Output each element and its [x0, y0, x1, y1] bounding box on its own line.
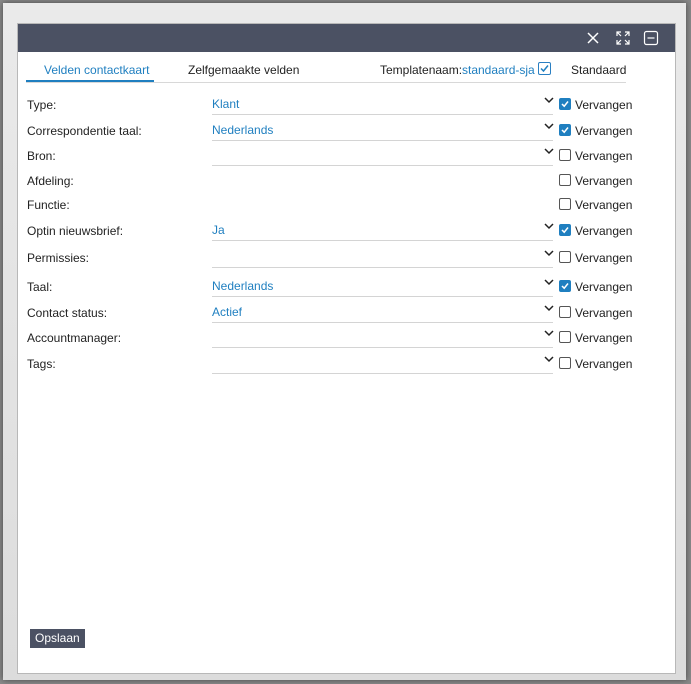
form-row: Taal: Nederlands Vervangen — [18, 276, 675, 301]
form-row: Permissies: Vervangen — [18, 247, 675, 272]
field-label: Functie: — [27, 198, 70, 212]
field-select[interactable]: Nederlands — [212, 120, 555, 141]
template-checkbox-icon[interactable] — [538, 62, 551, 75]
field-select[interactable] — [212, 353, 555, 374]
field-label: Optin nieuwsbrief: — [27, 224, 124, 238]
form-row: Tags: Vervangen — [18, 353, 675, 378]
template-name-value[interactable]: standaard-sja — [462, 63, 535, 77]
window-frame: Velden contactkaart Zelfgemaakte velden … — [3, 3, 686, 680]
replace-label[interactable]: Vervangen — [575, 306, 632, 320]
field-select[interactable]: Actief — [212, 302, 555, 323]
replace-label[interactable]: Vervangen — [575, 357, 632, 371]
field-value: Nederlands — [212, 279, 274, 293]
field-value: Nederlands — [212, 123, 274, 137]
field-value: Actief — [212, 305, 243, 319]
field-label: Correspondentie taal: — [27, 124, 142, 138]
replace-checkbox-icon[interactable] — [559, 124, 571, 136]
replace-checkbox-icon[interactable] — [559, 331, 571, 343]
tab-bar: Velden contactkaart Zelfgemaakte velden … — [26, 60, 626, 83]
replace-label[interactable]: Vervangen — [575, 331, 632, 345]
form-row: Type: Klant Vervangen — [18, 94, 675, 119]
chevron-down-icon[interactable] — [543, 353, 555, 363]
replace-checkbox-icon[interactable] — [559, 198, 571, 210]
form-row: Optin nieuwsbrief: Ja Vervangen — [18, 220, 675, 245]
field-input[interactable] — [212, 194, 553, 214]
tab-velden-contactkaart[interactable]: Velden contactkaart — [44, 63, 149, 77]
expand-icon[interactable] — [615, 30, 631, 46]
form-row: Contact status: Actief Vervangen — [18, 302, 675, 327]
field-value: Klant — [212, 97, 240, 111]
close-icon[interactable] — [585, 30, 601, 46]
field-label: Tags: — [27, 357, 56, 371]
replace-label[interactable]: Vervangen — [575, 98, 632, 112]
chevron-down-icon[interactable] — [543, 327, 555, 337]
field-label: Contact status: — [27, 306, 108, 320]
form-row: Afdeling: Vervangen — [18, 170, 675, 195]
minimize-icon[interactable] — [643, 30, 659, 46]
chevron-down-icon[interactable] — [543, 94, 555, 104]
replace-label[interactable]: Vervangen — [575, 124, 632, 138]
replace-checkbox-icon[interactable] — [559, 98, 571, 110]
replace-checkbox-icon[interactable] — [559, 149, 571, 161]
field-label: Afdeling: — [27, 174, 74, 188]
field-select[interactable]: Klant — [212, 94, 555, 115]
chevron-down-icon[interactable] — [543, 120, 555, 130]
field-select[interactable]: Ja — [212, 220, 555, 241]
field-label: Taal: — [27, 280, 53, 294]
replace-checkbox-icon[interactable] — [559, 357, 571, 369]
field-select[interactable] — [212, 145, 555, 166]
replace-checkbox-icon[interactable] — [559, 174, 571, 186]
dialog: Velden contactkaart Zelfgemaakte velden … — [17, 23, 676, 674]
tab-zelfgemaakte-velden[interactable]: Zelfgemaakte velden — [188, 63, 299, 77]
form-row: Bron: Vervangen — [18, 145, 675, 170]
template-name-label: Templatenaam: — [380, 63, 463, 77]
field-select[interactable]: Nederlands — [212, 276, 555, 297]
form-row: Correspondentie taal: Nederlands Vervangen — [18, 120, 675, 145]
field-value: Ja — [212, 223, 225, 237]
replace-label[interactable]: Vervangen — [575, 224, 632, 238]
replace-label[interactable]: Vervangen — [575, 174, 632, 188]
replace-checkbox-icon[interactable] — [559, 280, 571, 292]
replace-checkbox-icon[interactable] — [559, 251, 571, 263]
field-label: Accountmanager: — [27, 331, 122, 345]
replace-label[interactable]: Vervangen — [575, 251, 632, 265]
form-row: Functie: Vervangen — [18, 194, 675, 219]
chevron-down-icon[interactable] — [543, 220, 555, 230]
replace-checkbox-icon[interactable] — [559, 306, 571, 318]
replace-label[interactable]: Vervangen — [575, 198, 632, 212]
chevron-down-icon[interactable] — [543, 145, 555, 155]
field-label: Type: — [27, 98, 57, 112]
field-select[interactable] — [212, 327, 555, 348]
save-button[interactable]: Opslaan — [30, 629, 85, 648]
chevron-down-icon[interactable] — [543, 302, 555, 312]
field-select[interactable] — [212, 247, 555, 268]
replace-checkbox-icon[interactable] — [559, 224, 571, 236]
active-tab-indicator — [26, 80, 154, 82]
standard-button[interactable]: Standaard — [571, 63, 626, 77]
chevron-down-icon[interactable] — [543, 276, 555, 286]
field-label: Bron: — [27, 149, 56, 163]
form-row: Accountmanager: Vervangen — [18, 327, 675, 352]
chevron-down-icon[interactable] — [543, 247, 555, 257]
replace-label[interactable]: Vervangen — [575, 149, 632, 163]
field-input[interactable] — [212, 170, 553, 190]
field-label: Permissies: — [27, 251, 90, 265]
title-bar — [18, 24, 675, 52]
replace-label[interactable]: Vervangen — [575, 280, 632, 294]
